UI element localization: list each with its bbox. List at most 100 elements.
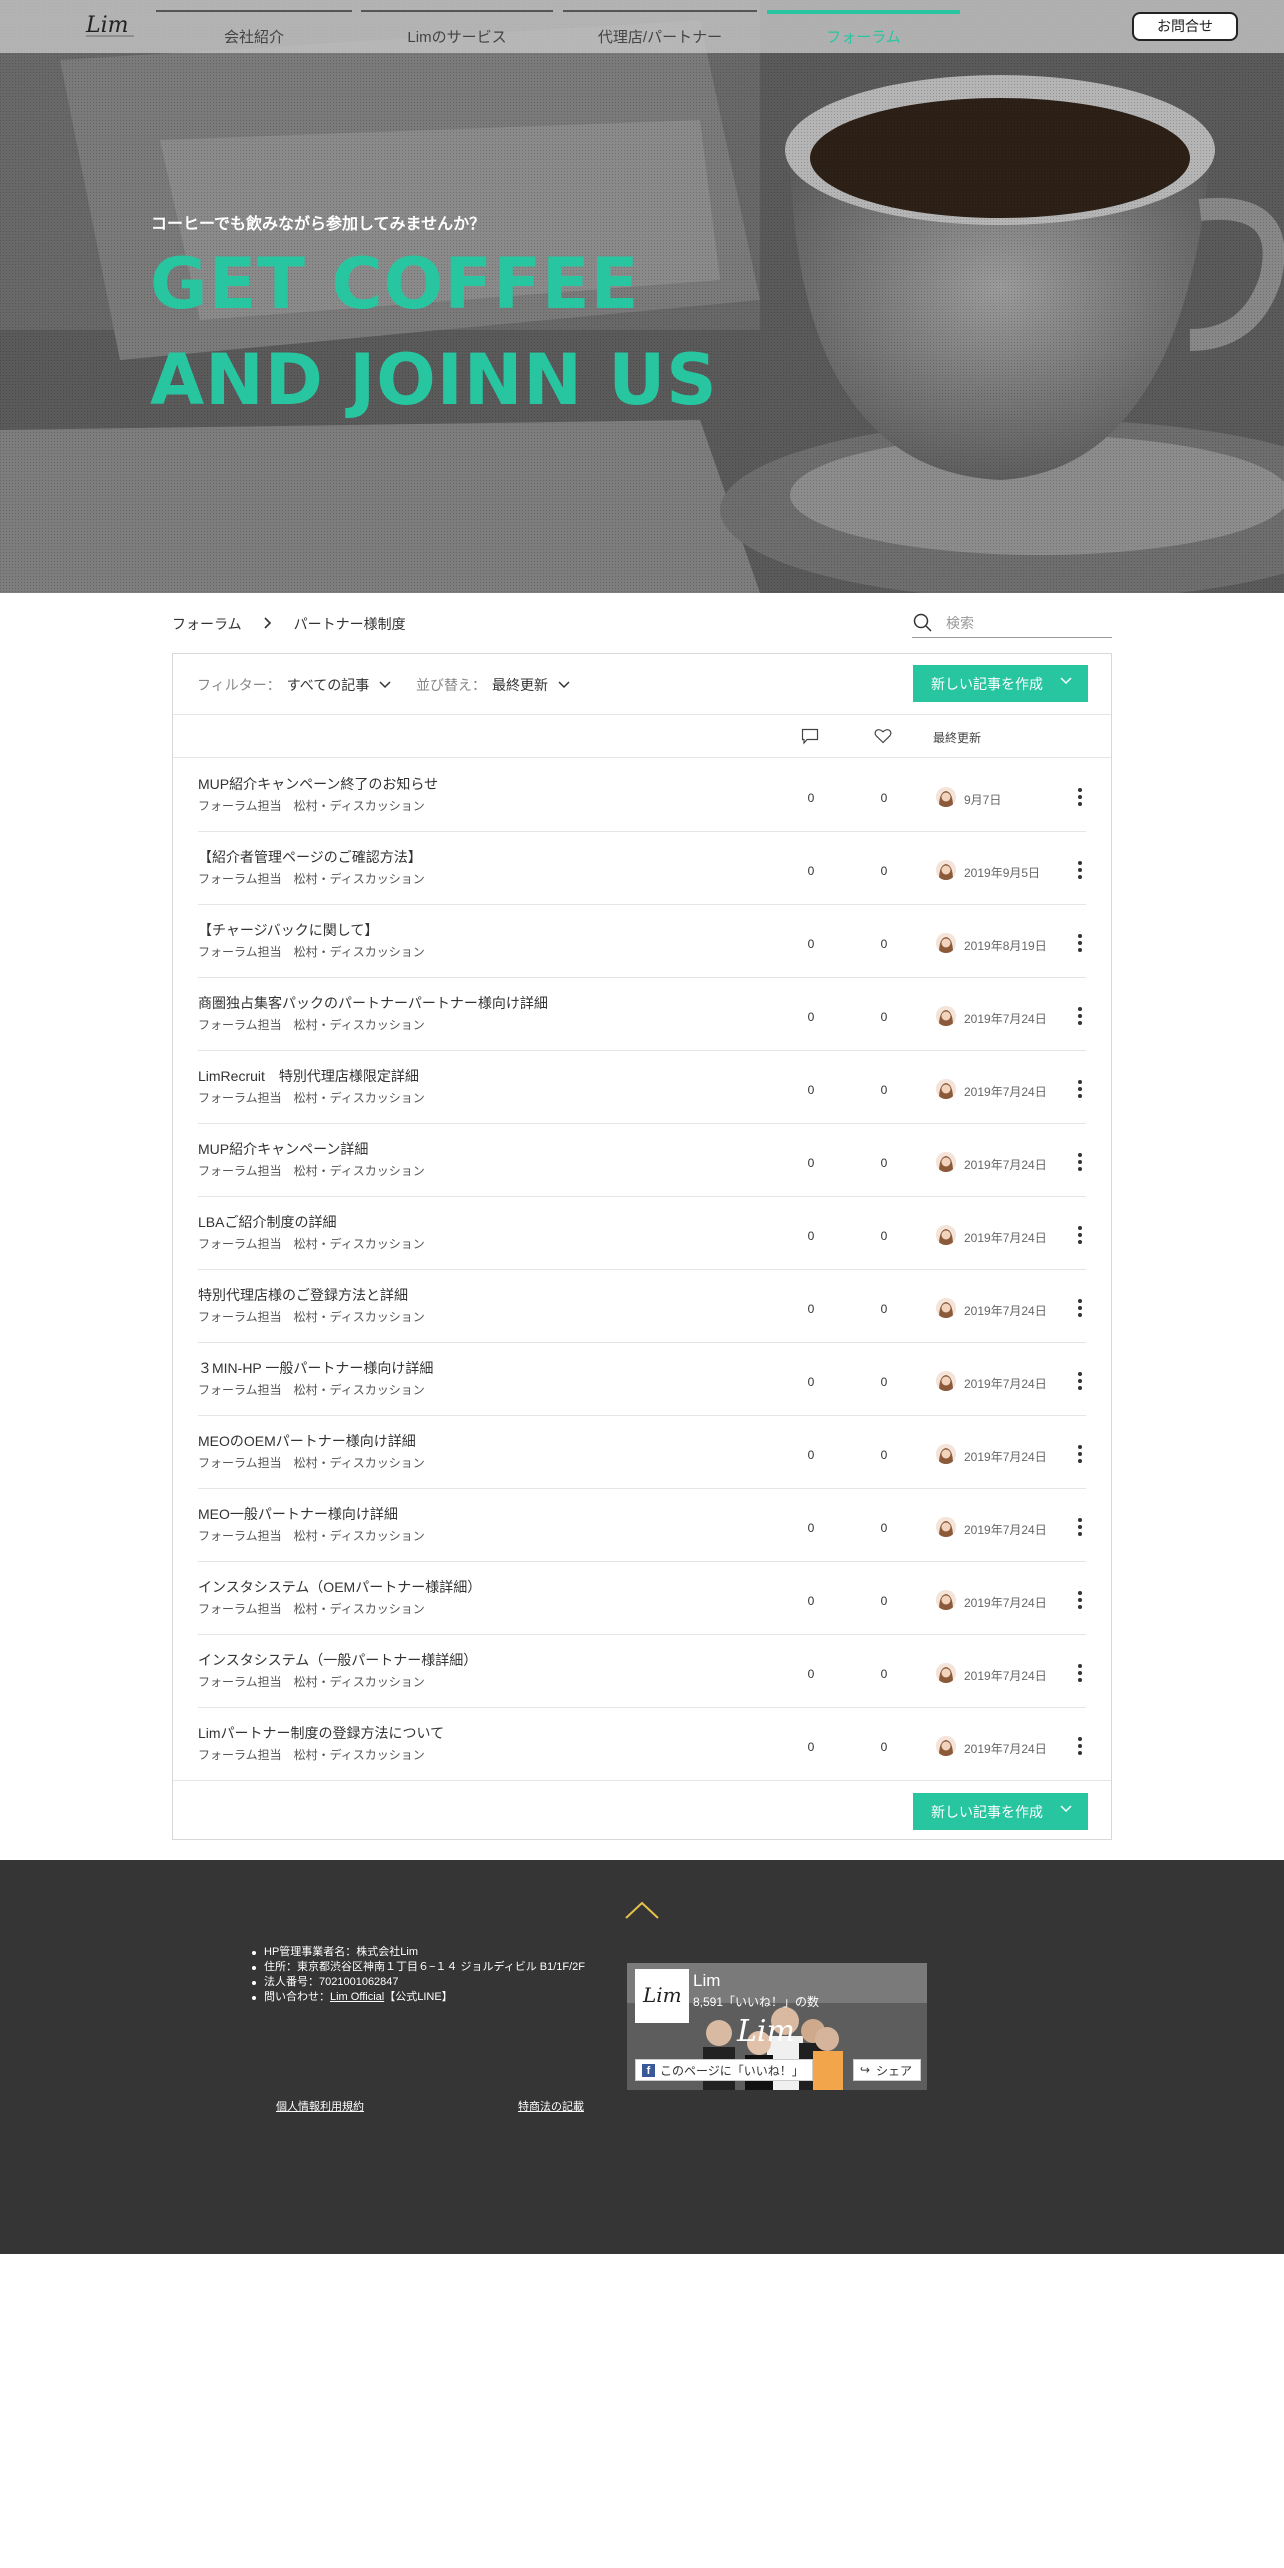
contact-button[interactable]: お問合せ	[1132, 12, 1238, 41]
post-title[interactable]: インスタシステム（OEMパートナー様詳細）	[198, 1577, 481, 1597]
post-row[interactable]: 【紹介者管理ページのご確認方法】 フォーラム担当 松村・ディスカッション 0 0 201…	[198, 832, 1086, 905]
sort-label: 並び替え：	[416, 677, 486, 693]
avatar[interactable]	[936, 1152, 956, 1172]
post-row[interactable]: LBAご紹介制度の詳細 フォーラム担当 松村・ディスカッション 0 0 2019年7月2…	[198, 1197, 1086, 1270]
post-row[interactable]: LimRecruit 特別代理店様限定詳細フォーラム担当 松村・ディスカッション…	[198, 1051, 1086, 1124]
comment-count: 0	[807, 1740, 815, 1754]
post-row[interactable]: MEO一般パートナー様向け詳細 フォーラム担当 松村・ディスカッション 0 0 2019…	[198, 1489, 1086, 1562]
post-meta: フォーラム担当 松村・ディスカッション	[198, 945, 425, 959]
post-title[interactable]: 商圏独占集客パックのパートナーパートナー様向け詳細	[198, 993, 548, 1013]
create-post-button-bottom[interactable]: 新しい記事を作成	[913, 1793, 1088, 1830]
search-input[interactable]	[946, 612, 1106, 634]
avatar[interactable]	[936, 933, 956, 953]
facebook-page-widget: Lim Lim Lim 8,591「いいね！」の数 f このページに「いいね！」…	[627, 1963, 927, 2090]
avatar[interactable]	[936, 1371, 956, 1391]
facebook-page-logo[interactable]: Lim	[635, 1969, 689, 2023]
privacy-policy-link[interactable]: 個人情報利用規約	[276, 2098, 364, 2114]
post-row[interactable]: インスタシステム（OEMパートナー様詳細） フォーラム担当 松村・ディスカッション…	[198, 1562, 1086, 1635]
post-meta: フォーラム担当 松村・ディスカッション	[198, 1091, 425, 1105]
post-title[interactable]: MUP紹介キャンペーン終了のお知らせ	[198, 774, 438, 794]
more-options-icon[interactable]	[1075, 1443, 1085, 1465]
post-meta: フォーラム担当 松村・ディスカッション	[198, 1529, 425, 1543]
facebook-like-count: 8,591「いいね！」の数	[693, 1995, 820, 2009]
post-title[interactable]: Limパートナー制度の登録方法について	[198, 1723, 444, 1743]
post-title[interactable]: ３MIN-HP 一般パートナー様向け詳細	[198, 1358, 433, 1378]
avatar[interactable]	[936, 1006, 956, 1026]
more-options-icon[interactable]	[1075, 1516, 1085, 1538]
avatar[interactable]	[936, 1444, 956, 1464]
nav-forum[interactable]: フォーラム	[767, 10, 960, 52]
comment-count: 0	[807, 1594, 815, 1608]
more-options-icon[interactable]	[1075, 786, 1085, 808]
post-row[interactable]: MUP紹介キャンペーン詳細 フォーラム担当 松村・ディスカッション 0 0 2019年7…	[198, 1124, 1086, 1197]
breadcrumb-forum-link[interactable]: フォーラム	[172, 614, 242, 634]
lim-logo[interactable]: Lim	[82, 6, 138, 46]
facebook-page-name[interactable]: Lim	[693, 1971, 720, 1991]
post-title[interactable]: MEO一般パートナー様向け詳細	[198, 1504, 398, 1524]
avatar[interactable]	[936, 1663, 956, 1683]
avatar[interactable]	[936, 860, 956, 880]
more-options-icon[interactable]	[1075, 1370, 1085, 1392]
post-row[interactable]: 【チャージバックに関して】 フォーラム担当 松村・ディスカッション 0 0 2019年8…	[198, 905, 1086, 978]
post-title[interactable]: MEOのOEMパートナー様向け詳細	[198, 1431, 416, 1451]
comment-count: 0	[807, 1010, 815, 1024]
post-title[interactable]: 【紹介者管理ページのご確認方法】	[198, 847, 422, 867]
facebook-like-button[interactable]: f このページに「いいね！」	[635, 2059, 813, 2081]
post-meta: フォーラム担当 松村・ディスカッション	[198, 1748, 425, 1762]
post-row[interactable]: 特別代理店様のご登録方法と詳細 フォーラム担当 松村・ディスカッション 0 0 2019…	[198, 1270, 1086, 1343]
avatar[interactable]	[936, 1736, 956, 1756]
nav-company[interactable]: 会社紹介	[156, 10, 352, 52]
sort-dropdown[interactable]: 並び替え： 最終更新	[416, 675, 570, 695]
post-row[interactable]: MEOのOEMパートナー様向け詳細 フォーラム担当 松村・ディスカッション 0 0 20…	[198, 1416, 1086, 1489]
post-last-updated: 2019年7月24日	[964, 1450, 1047, 1464]
create-post-button-top[interactable]: 新しい記事を作成	[913, 665, 1088, 702]
post-row[interactable]: MUP紹介キャンペーン終了のお知らせ フォーラム担当 松村・ディスカッション 0 0 9…	[198, 759, 1086, 832]
back-to-top-icon[interactable]	[624, 1900, 660, 1920]
more-options-icon[interactable]	[1075, 1078, 1085, 1100]
more-options-icon[interactable]	[1075, 1151, 1085, 1173]
avatar[interactable]	[936, 1298, 956, 1318]
post-row[interactable]: ３MIN-HP 一般パートナー様向け詳細 フォーラム担当 松村・ディスカッション 0…	[198, 1343, 1086, 1416]
post-last-updated: 9月7日	[964, 793, 1002, 807]
last-updated-column-label: 最終更新	[933, 731, 982, 745]
more-options-icon[interactable]	[1075, 1589, 1085, 1611]
post-last-updated: 2019年8月19日	[964, 939, 1047, 953]
nav-services[interactable]: Limのサービス	[361, 10, 553, 52]
avatar[interactable]	[936, 1590, 956, 1610]
more-options-icon[interactable]	[1075, 1297, 1085, 1319]
post-row[interactable]: 商圏独占集客パックのパートナーパートナー様向け詳細フォーラム担当 松村・ディスカ…	[198, 978, 1086, 1051]
more-options-icon[interactable]	[1075, 932, 1085, 954]
avatar[interactable]	[936, 787, 956, 807]
avatar[interactable]	[936, 1225, 956, 1245]
post-meta: フォーラム担当 松村・ディスカッション	[198, 1018, 425, 1032]
like-count: 0	[880, 1010, 888, 1024]
search-icon[interactable]	[913, 613, 933, 633]
filter-dropdown[interactable]: フィルター： すべての記事	[197, 675, 391, 695]
more-options-icon[interactable]	[1075, 1735, 1085, 1757]
more-options-icon[interactable]	[1075, 1224, 1085, 1246]
post-title[interactable]: MUP紹介キャンペーン詳細	[198, 1139, 368, 1159]
post-row[interactable]: インスタシステム（一般パートナー様詳細） フォーラム担当 松村・ディスカッション 0…	[198, 1635, 1086, 1708]
post-title[interactable]: 【チャージバックに関して】	[198, 920, 378, 940]
more-options-icon[interactable]	[1075, 1662, 1085, 1684]
post-last-updated: 2019年7月24日	[964, 1377, 1047, 1391]
facebook-share-button[interactable]: ↪ シェア	[853, 2059, 922, 2081]
post-title[interactable]: LimRecruit 特別代理店様限定詳細	[198, 1066, 419, 1086]
post-meta: フォーラム担当 松村・ディスカッション	[198, 1164, 425, 1178]
avatar[interactable]	[936, 1079, 956, 1099]
more-options-icon[interactable]	[1075, 859, 1085, 881]
post-title[interactable]: インスタシステム（一般パートナー様詳細）	[198, 1650, 477, 1670]
post-row[interactable]: Limパートナー制度の登録方法について フォーラム担当 松村・ディスカッション 0 0…	[198, 1708, 1086, 1781]
line-official-link[interactable]: Lim Official	[330, 1991, 384, 2003]
hero-banner: コーヒーでも飲みながら参加してみませんか？ GET COFFEE AND JOI…	[0, 0, 1284, 593]
commercial-law-link[interactable]: 特商法の記載	[518, 2098, 584, 2114]
post-title[interactable]: 特別代理店様のご登録方法と詳細	[198, 1285, 408, 1305]
like-count: 0	[880, 864, 888, 878]
post-title[interactable]: LBAご紹介制度の詳細	[198, 1212, 336, 1232]
like-count: 0	[880, 1594, 888, 1608]
facebook-icon: f	[642, 2064, 655, 2077]
post-last-updated: 2019年7月24日	[964, 1012, 1047, 1026]
nav-partners[interactable]: 代理店/パートナー	[563, 10, 757, 52]
avatar[interactable]	[936, 1517, 956, 1537]
more-options-icon[interactable]	[1075, 1005, 1085, 1027]
